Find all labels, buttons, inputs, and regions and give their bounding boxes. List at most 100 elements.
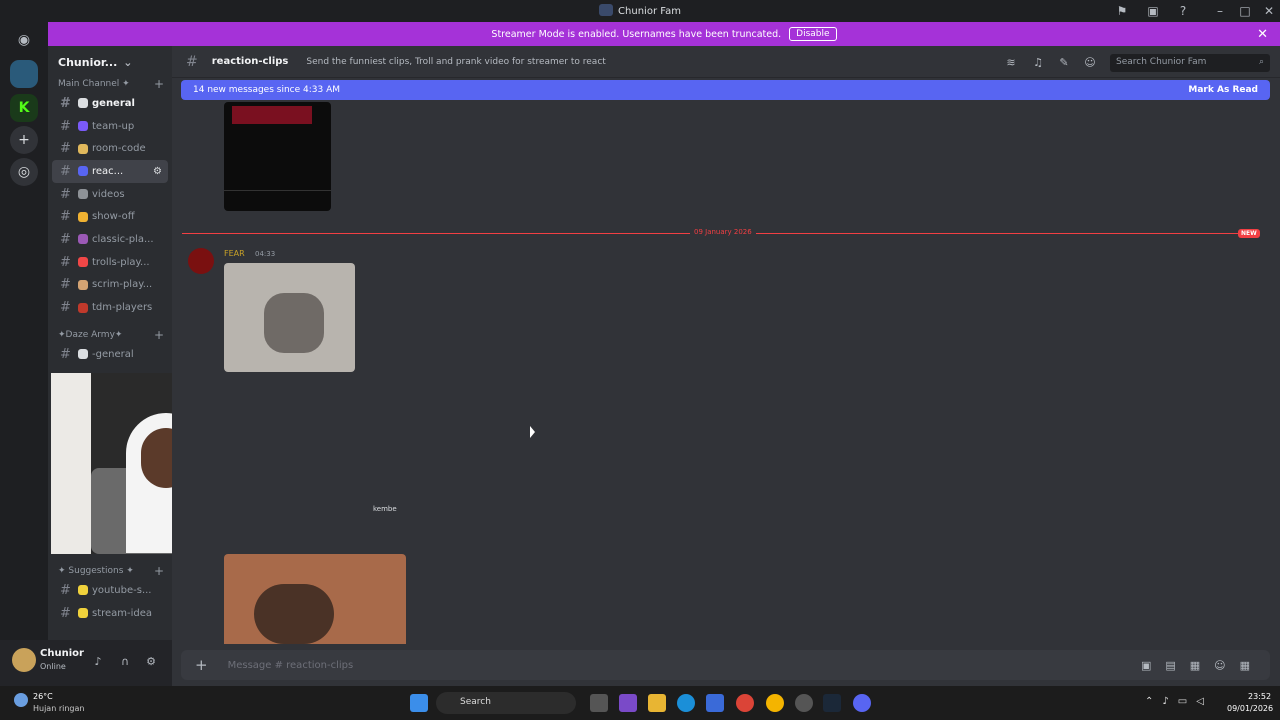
discord-icon[interactable] [853, 694, 871, 712]
clock-date[interactable]: 09/01/2026 [1227, 704, 1273, 713]
attachment-image[interactable] [224, 263, 355, 372]
tray-icons[interactable]: ⌃♪▭◁ [1145, 696, 1213, 707]
server-kick[interactable]: K [10, 94, 38, 122]
guild-header[interactable]: Chunior... ⌄ [48, 46, 172, 78]
add-channel-icon[interactable]: + [154, 77, 164, 91]
inbox-icon[interactable]: ▣ [1145, 3, 1161, 19]
steam-icon[interactable] [823, 694, 841, 712]
channel-label: room-code [92, 143, 146, 155]
server-chunior-fam[interactable] [10, 60, 38, 88]
settings-gear-icon[interactable]: ⚙ [144, 655, 158, 669]
chat-area: # reaction-clips Send the funniest clips… [172, 46, 1280, 686]
category-daze[interactable]: ✦Daze Army✦ + [48, 327, 172, 343]
chrome-profile-icon[interactable] [766, 694, 784, 712]
attachment-image[interactable] [224, 554, 406, 644]
channel-youtube[interactable]: # youtube-s... [48, 579, 172, 602]
hash-icon: # [60, 300, 71, 316]
server-logo-icon [599, 4, 614, 16]
channel-item[interactable]: # scrim-play... [48, 274, 172, 297]
user-panel: Chunior Online ♪ ∩ ⚙ [0, 640, 172, 686]
channel-label: team-up [92, 120, 135, 132]
suggestions-section: ✦ Suggestions ✦ + # youtube-s... # stream-i… [48, 563, 172, 640]
channel-emoji-icon [78, 189, 88, 200]
speech-bubble-icon [78, 349, 88, 360]
hash-icon: # [60, 186, 71, 202]
chrome-icon[interactable] [736, 694, 754, 712]
settings-icon[interactable] [795, 694, 813, 712]
windows-start-icon[interactable] [410, 694, 428, 712]
channel-item[interactable]: # trolls-play... [48, 251, 172, 274]
add-channel-icon[interactable]: + [154, 564, 164, 578]
composer-toolbar-icons[interactable]: ▣▤▦☺▦ [1141, 659, 1270, 672]
taskbar-search[interactable]: Search [436, 692, 576, 714]
help-icon[interactable]: ? [1175, 3, 1191, 19]
add-channel-icon[interactable]: + [154, 328, 164, 342]
threads-icon[interactable]: ≋ [1004, 56, 1018, 70]
channel-daze-general[interactable]: # -general [48, 343, 172, 366]
avatar[interactable] [12, 648, 36, 672]
hash-icon: # [60, 277, 71, 293]
hash-icon: # [60, 95, 71, 111]
channel-item[interactable]: # room-code [48, 137, 172, 160]
notification-bell-icon[interactable]: ♫ [1031, 56, 1045, 70]
hash-icon: # [60, 231, 71, 247]
category-suggestions[interactable]: ✦ Suggestions ✦ + [48, 563, 172, 579]
channel-item[interactable]: # classic-pla... [48, 228, 172, 251]
guild-name: Chunior... [58, 55, 118, 69]
weather-desc: Hujan ringan [33, 704, 85, 713]
message-author[interactable]: FEAR [224, 249, 245, 258]
store-icon[interactable] [706, 694, 724, 712]
hash-icon: # [186, 53, 198, 70]
weather-temp[interactable]: 26°C [33, 692, 53, 701]
attachment-image[interactable] [224, 102, 331, 211]
channel-emoji-icon [78, 166, 88, 177]
search-placeholder: Search Chunior Fam [1116, 57, 1207, 67]
pin-icon[interactable]: ✎ [1057, 56, 1071, 70]
channel-label: general [92, 97, 135, 109]
headphones-icon[interactable]: ∩ [118, 655, 132, 669]
channel-emoji-icon [78, 257, 88, 268]
close-icon[interactable]: ✕ [1257, 27, 1268, 42]
clock-time[interactable]: 23:52 [1248, 692, 1271, 701]
channel-item[interactable]: # show-off [48, 205, 172, 228]
bulb-icon [78, 608, 88, 619]
channel-topic[interactable]: Send the funniest clips, Troll and prank… [306, 57, 605, 67]
task-view-icon[interactable] [590, 694, 608, 712]
channel-item[interactable]: # reac... ⚙ [52, 160, 168, 183]
close-window-icon[interactable]: ✕ [1261, 3, 1277, 19]
channel-settings-icon[interactable]: ⚙ [153, 166, 162, 177]
category-main[interactable]: Main Channel ✦ + [48, 76, 172, 92]
minimize-icon[interactable]: – [1212, 3, 1228, 19]
channel-item[interactable]: # team-up [48, 115, 172, 138]
disable-streamer-button[interactable]: Disable [789, 27, 837, 41]
file-explorer-icon[interactable] [648, 694, 666, 712]
discord-home-icon[interactable]: ◉ [10, 26, 38, 54]
message-avatar[interactable] [188, 248, 214, 274]
channel-emoji-icon [78, 302, 88, 313]
mark-as-read-button[interactable]: Mark As Read [1188, 85, 1258, 95]
member-list-icon[interactable]: ☺ [1083, 56, 1097, 70]
edge-icon[interactable] [677, 694, 695, 712]
add-server-icon[interactable]: + [10, 126, 38, 154]
channel-item[interactable]: # videos [48, 183, 172, 206]
message-composer[interactable]: + Message # reaction-clips ▣▤▦☺▦ [181, 650, 1270, 680]
channel-item[interactable]: # general [48, 92, 172, 115]
channel-emoji-icon [78, 234, 88, 245]
hash-icon: # [60, 141, 71, 157]
flag-icon[interactable]: ⚑ [1114, 3, 1130, 19]
weather-icon [14, 693, 28, 707]
copilot-icon[interactable] [619, 694, 637, 712]
second-message-author[interactable]: kembe [373, 505, 397, 513]
channel-label: show-off [92, 211, 135, 223]
new-messages-bar[interactable]: 14 new messages since 4:33 AM Mark As Re… [181, 80, 1270, 100]
channel-item[interactable]: # tdm-players [48, 296, 172, 319]
attach-plus-icon[interactable]: + [195, 656, 208, 674]
channel-emoji-icon [78, 143, 88, 154]
maximize-icon[interactable]: □ [1237, 3, 1253, 19]
discover-icon[interactable]: ◎ [10, 158, 38, 186]
channel-stream-idea[interactable]: # stream-idea [48, 602, 172, 625]
hash-icon: # [60, 582, 71, 598]
search-input[interactable]: Search Chunior Fam ⌕ [1110, 54, 1270, 72]
hash-icon: # [60, 346, 71, 362]
microphone-icon[interactable]: ♪ [91, 655, 105, 669]
